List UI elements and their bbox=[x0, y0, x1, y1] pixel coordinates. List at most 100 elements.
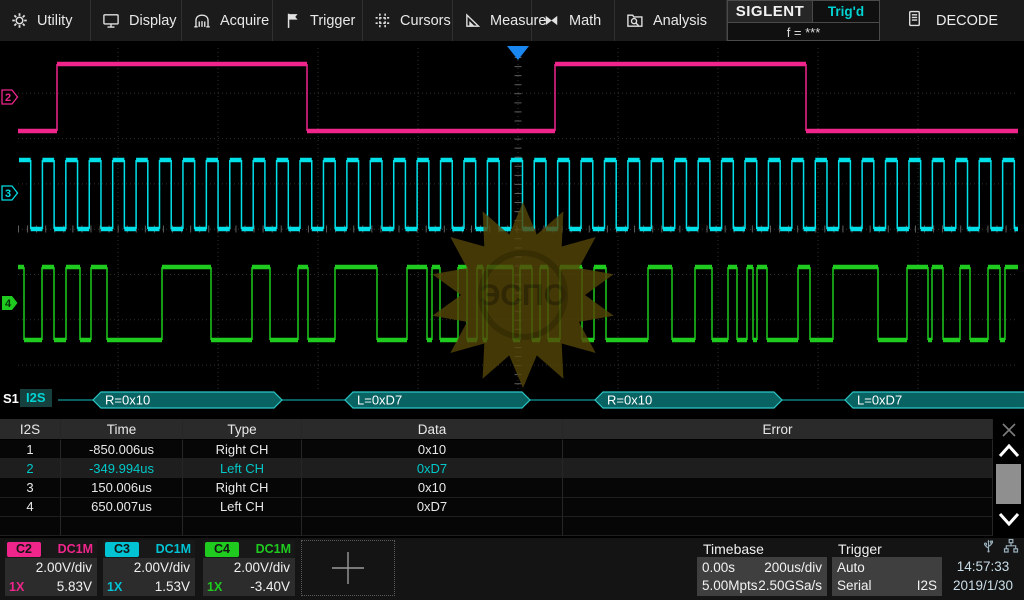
scrollbar-thumb[interactable] bbox=[996, 464, 1021, 504]
table-cell: 4 bbox=[0, 498, 61, 517]
table-row[interactable]: 3150.006usRight CH0x10 bbox=[0, 478, 993, 497]
menu-item-label: Trigger bbox=[310, 13, 355, 29]
column-header: Error bbox=[563, 419, 993, 440]
analysis-icon bbox=[626, 12, 644, 29]
channel-coupling: DC1M bbox=[156, 542, 195, 556]
channel-tag-3[interactable]: 3 bbox=[2, 186, 18, 200]
table-cell: Left CH bbox=[183, 498, 302, 517]
gear-icon bbox=[11, 12, 28, 29]
decode-bubble: L=0xD7 bbox=[345, 392, 530, 408]
add-channel-box[interactable] bbox=[301, 540, 395, 596]
datetime-box: 14:57:33 2019/1/30 bbox=[944, 540, 1022, 596]
plus-icon bbox=[325, 545, 371, 591]
channel-scale: 2.00V/div bbox=[134, 560, 190, 575]
bus-label-s1: S1 bbox=[3, 391, 19, 406]
table-cell bbox=[563, 459, 993, 478]
svg-text:L=0xD7: L=0xD7 bbox=[857, 393, 902, 408]
close-icon[interactable] bbox=[997, 421, 1021, 439]
svg-text:2: 2 bbox=[5, 92, 11, 104]
sample-rate: 2.50GSa/s bbox=[758, 578, 822, 593]
table-cell bbox=[302, 517, 563, 536]
frequency-counter: f = *** bbox=[728, 23, 879, 41]
menu-item-acquire[interactable]: Acquire bbox=[182, 0, 273, 41]
timebase-box[interactable]: Timebase 0.00s 200us/div 5.00Mpts 2.50GS… bbox=[697, 540, 827, 596]
trigger-flag-icon bbox=[284, 12, 301, 29]
clock-date: 2019/1/30 bbox=[944, 576, 1022, 595]
table-cell: Right CH bbox=[183, 478, 302, 497]
channel-tag-4[interactable]: 4 bbox=[2, 296, 18, 310]
table-cell: 0xD7 bbox=[302, 498, 563, 517]
table-cell: Left CH bbox=[183, 459, 302, 478]
table-row[interactable]: 2-349.994usLeft CH0xD7 bbox=[0, 459, 993, 478]
decode-bubble: L=0xD7 bbox=[845, 392, 1024, 408]
menu-item-math[interactable]: Math bbox=[532, 0, 615, 41]
table-row[interactable]: 4650.007usLeft CH0xD7 bbox=[0, 498, 993, 517]
trigger-status-badge: Trig'd bbox=[813, 1, 879, 22]
table-cell bbox=[183, 517, 302, 536]
channel-coupling: DC1M bbox=[58, 542, 97, 556]
menu-item-measure[interactable]: Measure bbox=[453, 0, 532, 41]
svg-text:R=0x10: R=0x10 bbox=[607, 393, 652, 408]
table-row[interactable]: 1-850.006usRight CH0x10 bbox=[0, 440, 993, 459]
channel-scale: 2.00V/div bbox=[36, 560, 92, 575]
column-header: Data bbox=[302, 419, 563, 440]
svg-text:ЭСПО: ЭСПО bbox=[479, 279, 567, 312]
table-cell bbox=[61, 517, 183, 536]
svg-text:3: 3 bbox=[5, 188, 11, 200]
channel-scale: 2.00V/div bbox=[234, 560, 290, 575]
scroll-up-icon[interactable] bbox=[997, 442, 1021, 464]
decode-result-table: I2STimeTypeDataError1-850.006usRight CH0… bbox=[0, 419, 993, 536]
table-row[interactable] bbox=[0, 517, 993, 536]
table-cell: 1 bbox=[0, 440, 61, 459]
timebase-scale: 200us/div bbox=[764, 560, 822, 575]
table-cell: 0x10 bbox=[302, 440, 563, 459]
channel-box-c4[interactable]: C4 DC1M 2.00V/div 1X -3.40V bbox=[203, 540, 295, 596]
channel-box-c3[interactable]: C3 DC1M 2.00V/div 1X 1.53V bbox=[103, 540, 195, 596]
table-cell: -850.006us bbox=[61, 440, 183, 459]
channel-box-c2[interactable]: C2 DC1M 2.00V/div 1X 5.83V bbox=[5, 540, 97, 596]
menu-item-trigger[interactable]: Trigger bbox=[273, 0, 363, 41]
table-cell bbox=[563, 478, 993, 497]
channel-coupling: DC1M bbox=[256, 542, 295, 556]
menu-item-analysis[interactable]: Analysis bbox=[615, 0, 727, 41]
menu-item-display[interactable]: Display bbox=[91, 0, 182, 41]
menu-item-cursors[interactable]: Cursors bbox=[363, 0, 453, 41]
channel-offset: -3.40V bbox=[250, 579, 290, 594]
menu-item-label: Display bbox=[129, 13, 177, 29]
table-cell: 0xD7 bbox=[302, 459, 563, 478]
trigger-box[interactable]: Trigger Auto Serial I2S bbox=[832, 540, 942, 596]
menu-item-label: Acquire bbox=[220, 13, 269, 29]
trigger-bus: I2S bbox=[917, 578, 937, 593]
channel-offset: 5.83V bbox=[57, 579, 92, 594]
timebase-title: Timebase bbox=[697, 540, 827, 557]
channel-probe: 1X bbox=[207, 580, 222, 594]
table-cell: 150.006us bbox=[61, 478, 183, 497]
bus-protocol-label[interactable]: I2S bbox=[20, 389, 52, 407]
svg-text:L=0xD7: L=0xD7 bbox=[357, 393, 402, 408]
channel-tag-2[interactable]: 2 bbox=[2, 90, 18, 104]
oscilloscope-screen: ЭСПО234R=0x10L=0xD7R=0x10L=0xD7 UtilityD… bbox=[0, 0, 1024, 600]
table-cell: Right CH bbox=[183, 440, 302, 459]
table-cell bbox=[563, 498, 993, 517]
table-cell: 650.007us bbox=[61, 498, 183, 517]
scroll-down-icon[interactable] bbox=[997, 511, 1021, 533]
trigger-mode: Auto bbox=[837, 560, 865, 575]
document-icon bbox=[906, 10, 923, 31]
table-cell: 3 bbox=[0, 478, 61, 497]
acquire-icon bbox=[193, 12, 211, 29]
status-bar: C2 DC1M 2.00V/div 1X 5.83V C3 DC1M 2.00V… bbox=[0, 538, 1024, 600]
svg-text:R=0x10: R=0x10 bbox=[105, 393, 150, 408]
svg-text:4: 4 bbox=[5, 298, 12, 310]
channel-probe: 1X bbox=[107, 580, 122, 594]
math-icon bbox=[543, 12, 560, 29]
decode-button[interactable]: DECODE bbox=[882, 0, 1024, 41]
channel-badge: C4 bbox=[205, 542, 239, 557]
table-cell: -349.994us bbox=[61, 459, 183, 478]
decode-bubble: R=0x10 bbox=[595, 392, 782, 408]
menu-item-utility[interactable]: Utility bbox=[0, 0, 91, 41]
trigger-position-icon[interactable] bbox=[507, 46, 529, 60]
column-header: Type bbox=[183, 419, 302, 440]
measure-icon bbox=[464, 12, 481, 29]
memory-depth: 5.00Mpts bbox=[702, 578, 758, 593]
brand-logo: SIGLENT bbox=[728, 1, 813, 22]
